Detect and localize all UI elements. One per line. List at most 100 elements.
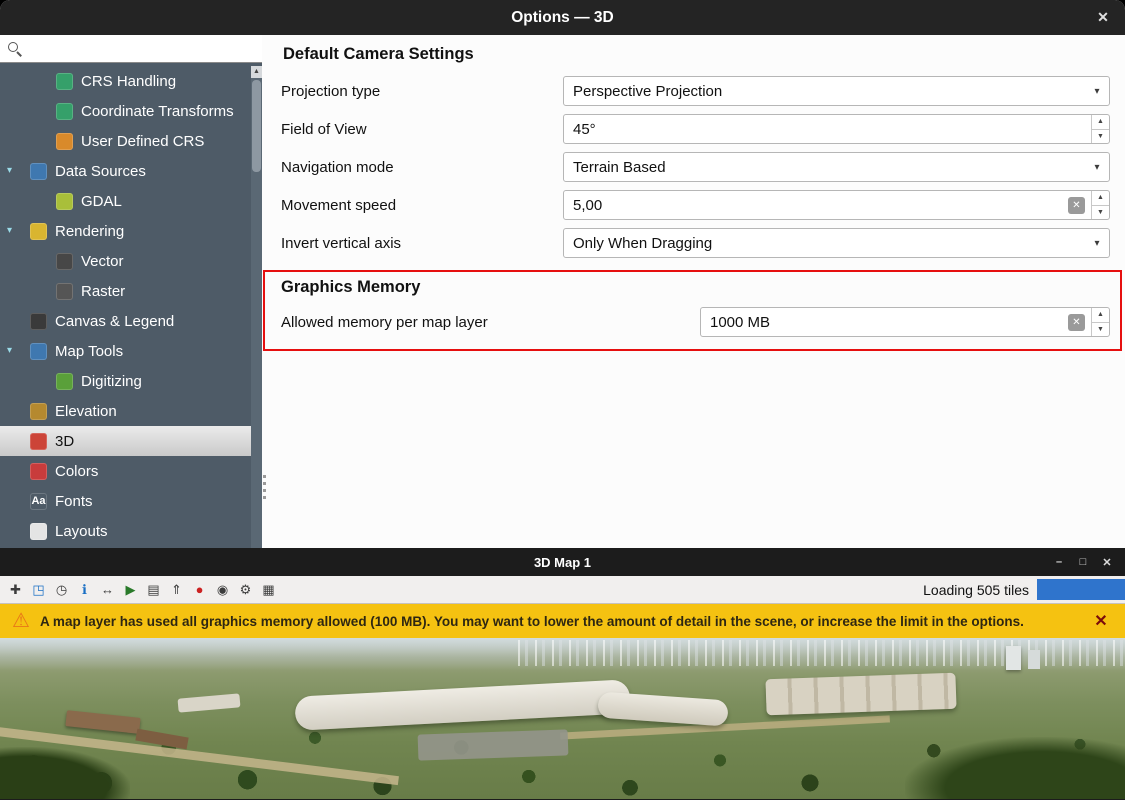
spin-value: 1000 MB <box>701 314 1068 331</box>
configure-icon[interactable]: ⚙ <box>234 579 257 601</box>
options-icon[interactable]: ▦ <box>257 579 280 601</box>
sidebar-item-map-tools[interactable]: ▾ Map Tools <box>0 336 262 366</box>
sidebar-item-data-sources[interactable]: ▾ Data Sources <box>0 156 262 186</box>
sidebar-scrollbar[interactable]: ▲ <box>251 66 262 548</box>
sidebar-item-crs-handling[interactable]: CRS Handling <box>0 66 262 96</box>
save-image-icon[interactable]: ▤ <box>142 579 165 601</box>
sidebar-item-elevation[interactable]: Elevation <box>0 396 262 426</box>
canvas-legend-icon <box>30 313 47 330</box>
options-category-tree: CRS Handling Coordinate Transforms User … <box>0 63 262 548</box>
3d-icon <box>30 433 47 450</box>
spin-down-icon[interactable]: ▼ <box>1092 130 1109 144</box>
map-building <box>1006 646 1021 670</box>
sidebar-item-rendering[interactable]: ▾ Rendering <box>0 216 262 246</box>
field-of-view-input[interactable]: 45° ▲ ▼ <box>563 114 1110 144</box>
measure-icon[interactable]: ↔ <box>96 579 119 601</box>
sidebar-item-label: Canvas & Legend <box>55 313 174 330</box>
crs-handling-icon <box>56 73 73 90</box>
movement-speed-input[interactable]: 5,00 ✕ ▲ ▼ <box>563 190 1110 220</box>
sidebar-item-label: GDAL <box>81 193 122 210</box>
invert-vertical-axis-label: Invert vertical axis <box>281 235 563 252</box>
projection-type-select[interactable]: Perspective Projection ▾ <box>563 76 1110 106</box>
clear-icon[interactable]: ✕ <box>1068 197 1085 214</box>
sidebar-item-3d[interactable]: 3D <box>0 426 262 456</box>
movement-speed-label: Movement speed <box>281 197 563 214</box>
select-value: Perspective Projection <box>564 83 1085 100</box>
data-sources-icon <box>30 163 47 180</box>
chevron-down-icon: ▾ <box>1085 238 1109 249</box>
close-icon[interactable]: ✕ <box>1095 556 1119 569</box>
expander-down-icon[interactable]: ▾ <box>7 216 12 246</box>
field-of-view-label: Field of View <box>281 121 563 138</box>
sidebar-item-label: Data Sources <box>55 163 146 180</box>
sidebar-item-coordinate-transforms[interactable]: Coordinate Transforms <box>0 96 262 126</box>
play-icon[interactable]: ▶ <box>119 579 142 601</box>
effects-icon[interactable]: ● <box>188 579 211 601</box>
spin-up-icon[interactable]: ▲ <box>1092 115 1109 130</box>
scrollbar-thumb[interactable] <box>252 80 261 172</box>
map-foliage <box>905 737 1125 799</box>
identify-icon[interactable]: ℹ <box>73 579 96 601</box>
sidebar-item-label: Layouts <box>55 523 108 540</box>
spin-up-icon[interactable]: ▲ <box>1092 191 1109 206</box>
sidebar-item-label: Digitizing <box>81 373 142 390</box>
sidebar-item-colors[interactable]: Colors <box>0 456 262 486</box>
warning-message: A map layer has used all graphics memory… <box>40 614 1089 629</box>
options-search-box[interactable] <box>0 35 262 63</box>
sidebar-item-label: CRS Handling <box>81 73 176 90</box>
eye-icon[interactable]: ◉ <box>211 579 234 601</box>
sidebar-item-gdal[interactable]: GDAL <box>0 186 262 216</box>
clear-icon[interactable]: ✕ <box>1068 314 1085 331</box>
spin-value: 45° <box>564 121 1091 138</box>
map-parking-lot <box>418 729 569 760</box>
zoom-full-icon[interactable]: ◳ <box>27 579 50 601</box>
map-tools-icon <box>30 343 47 360</box>
invert-vertical-axis-select[interactable]: Only When Dragging ▾ <box>563 228 1110 258</box>
sidebar-item-raster[interactable]: Raster <box>0 276 262 306</box>
spin-up-icon[interactable]: ▲ <box>1092 308 1109 323</box>
allowed-memory-input[interactable]: 1000 MB ✕ ▲ ▼ <box>700 307 1110 337</box>
navigation-mode-select[interactable]: Terrain Based ▾ <box>563 152 1110 182</box>
export-icon[interactable]: ⇑ <box>165 579 188 601</box>
allowed-memory-label: Allowed memory per map layer <box>281 314 700 331</box>
spin-down-icon[interactable]: ▼ <box>1092 323 1109 337</box>
sidebar-item-digitizing[interactable]: Digitizing <box>0 366 262 396</box>
sidebar-item-vector[interactable]: Vector <box>0 246 262 276</box>
user-defined-crs-icon <box>56 133 73 150</box>
sidebar-item-user-defined-crs[interactable]: User Defined CRS <box>0 126 262 156</box>
animation-icon[interactable]: ◷ <box>50 579 73 601</box>
map-building <box>1028 650 1040 669</box>
warning-close-icon[interactable]: ✕ <box>1089 611 1113 631</box>
camera-settings-title: Default Camera Settings <box>283 45 1110 64</box>
sidebar-item-fonts[interactable]: Aa Fonts <box>0 486 262 516</box>
search-icon <box>7 41 22 56</box>
raster-icon <box>56 283 73 300</box>
map-foliage <box>0 747 130 799</box>
sidebar-item-label: Map Tools <box>55 343 123 360</box>
colors-icon <box>30 463 47 480</box>
sidebar-item-label: User Defined CRS <box>81 133 204 150</box>
sidebar-item-label: Colors <box>55 463 98 480</box>
projection-type-label: Projection type <box>281 83 563 100</box>
spin-value: 5,00 <box>564 197 1068 214</box>
map-window-title: 3D Map 1 <box>534 555 591 570</box>
sidebar-item-layouts[interactable]: Layouts <box>0 516 262 546</box>
vector-icon <box>56 253 73 270</box>
maximize-icon[interactable]: □ <box>1071 556 1095 568</box>
close-icon[interactable]: ✕ <box>1089 0 1117 35</box>
map-titlebar[interactable]: 3D Map 1 – □ ✕ <box>0 548 1125 576</box>
chevron-down-icon: ▾ <box>1085 86 1109 97</box>
chevron-down-icon: ▾ <box>1085 162 1109 173</box>
sidebar-item-canvas-legend[interactable]: Canvas & Legend <box>0 306 262 336</box>
map-3d-view[interactable] <box>0 638 1125 799</box>
pan-icon[interactable]: ✚ <box>4 579 27 601</box>
expander-down-icon[interactable]: ▾ <box>7 156 12 186</box>
graphics-memory-highlight: Graphics Memory Allowed memory per map l… <box>263 270 1122 351</box>
options-titlebar[interactable]: Options — 3D ✕ <box>0 0 1125 35</box>
spin-down-icon[interactable]: ▼ <box>1092 206 1109 220</box>
minimize-icon[interactable]: – <box>1047 556 1071 568</box>
options-search-input[interactable] <box>27 38 258 60</box>
screen: Options — 3D ✕ CRS Handling Coordina <box>0 0 1125 800</box>
scroll-up-icon[interactable]: ▲ <box>251 66 262 78</box>
expander-down-icon[interactable]: ▾ <box>7 336 12 366</box>
